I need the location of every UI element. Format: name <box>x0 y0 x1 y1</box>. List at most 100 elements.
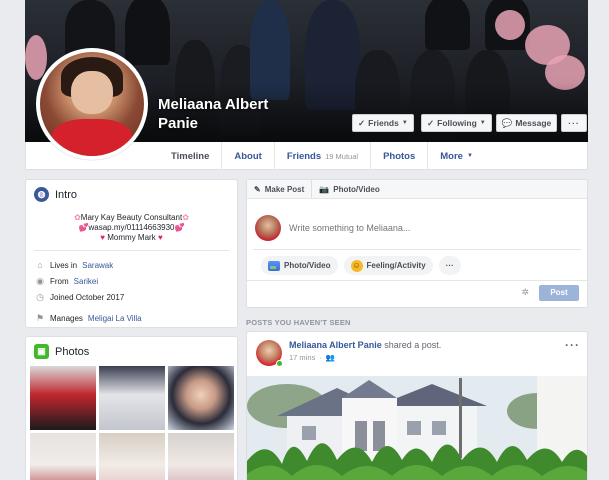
photos-icon: ▣ <box>34 344 49 359</box>
story-subtitle: 17 mins · 👥 <box>289 353 441 362</box>
photo-thumbnail[interactable] <box>30 433 96 480</box>
story-author-link[interactable]: Meliaana Albert Panie <box>289 340 382 350</box>
online-status-dot <box>276 360 283 367</box>
cover-blossom <box>495 10 525 40</box>
intro-header: ◍ Intro <box>26 180 237 209</box>
friends-button-label: Friends <box>368 118 399 128</box>
intro-card: ◍ Intro ✿Mary Kay Beauty Consultant✿ 💕wa… <box>25 179 238 328</box>
clock-icon: ◷ <box>36 291 44 302</box>
joined-text: Joined October 2017 <box>50 292 125 302</box>
cover-figure <box>425 0 470 50</box>
composer-actions: Photo/Video ☺ Feeling/Activity ··· <box>253 249 581 275</box>
heart-emoji-icon: ♥ <box>100 233 106 242</box>
photo-video-button[interactable]: Photo/Video <box>261 256 338 275</box>
photo-thumbnail[interactable] <box>168 366 234 430</box>
intro-manages: ⚑ Manages Meligai La Villa <box>26 310 237 326</box>
bio-text-3: Mommy Mark <box>107 233 156 242</box>
chevron-down-icon: ▼ <box>401 120 408 126</box>
intro-from: ◉ From Sarikei <box>26 273 237 289</box>
messenger-icon: 💬 <box>501 117 513 128</box>
photo-face <box>71 70 113 115</box>
heart-emoji-icon: 💕 <box>174 223 185 232</box>
friends-audience-icon[interactable]: 👥 <box>326 353 335 362</box>
tab-more-label: More <box>440 150 463 162</box>
make-post-tab[interactable]: ✎ Make Post <box>247 180 311 198</box>
intro-title: Intro <box>55 188 78 201</box>
tab-about[interactable]: About <box>221 142 273 170</box>
globe-icon: ◍ <box>34 187 49 202</box>
photo-thumbnail[interactable] <box>168 433 234 480</box>
composer-tabs: ✎ Make Post 📷 Photo/Video <box>247 180 587 199</box>
intro-bio: ✿Mary Kay Beauty Consultant✿ 💕wasap.my/0… <box>26 209 237 243</box>
bio-line-2: 💕wasap.my/01114663930💕 <box>36 223 227 233</box>
home-icon: ⌂ <box>37 260 43 270</box>
tab-friends[interactable]: Friends 19 Mutual <box>273 142 370 170</box>
profile-name[interactable]: Meliaana Albert Panie <box>158 95 298 133</box>
message-button[interactable]: 💬 Message <box>495 114 558 132</box>
post-composer: ✎ Make Post 📷 Photo/Video Photo/Video ☺ … <box>246 179 588 308</box>
more-options-button[interactable]: ··· <box>561 114 587 132</box>
story-menu-button[interactable]: ··· <box>565 338 580 352</box>
photo-video-button-label: Photo/Video <box>284 261 331 270</box>
photo-shirt <box>52 118 132 156</box>
story-avatar[interactable] <box>256 340 283 367</box>
make-post-label: Make Post <box>264 184 305 194</box>
cover-actions-right: ✓ Following ▼ 💬 Message ··· <box>421 114 587 132</box>
posts-section-label: POSTS YOU HAVEN'T SEEN <box>246 318 351 327</box>
from-prefix: From <box>50 276 69 286</box>
intro-lives-in: ⌂ Lives in Sarawak <box>26 257 237 273</box>
story-verb: shared a post. <box>384 340 442 350</box>
intro-joined: ◷ Joined October 2017 <box>26 289 237 305</box>
photos-header: ▣ Photos <box>26 337 237 366</box>
story-header: Meliaana Albert Panie shared a post. 17 … <box>247 332 587 374</box>
bio-line-1: ✿Mary Kay Beauty Consultant✿ <box>36 213 227 223</box>
composer-footer: ✲ Post <box>247 280 587 304</box>
photo-thumbnail[interactable] <box>30 366 96 430</box>
composer-body <box>247 199 587 249</box>
gear-icon[interactable]: ✲ <box>521 287 529 298</box>
from-link[interactable]: Sarikei <box>74 277 98 286</box>
composer-more-button[interactable]: ··· <box>438 256 461 275</box>
bio-line-3: ♥ Mommy Mark ♥ <box>36 233 227 243</box>
following-button[interactable]: ✓ Following ▼ <box>421 114 492 132</box>
house-illustration <box>247 376 587 480</box>
tab-timeline[interactable]: Timeline <box>159 142 221 170</box>
heart-emoji-icon: 💕 <box>78 223 89 232</box>
post-button[interactable]: Post <box>539 284 579 301</box>
photo-video-tab-label: Photo/Video <box>333 184 380 194</box>
tab-more[interactable]: More ▼ <box>427 142 485 170</box>
photo-video-tab[interactable]: 📷 Photo/Video <box>311 180 387 198</box>
manages-prefix: Manages <box>50 313 83 323</box>
story-meta: Meliaana Albert Panie shared a post. 17 … <box>289 340 441 362</box>
feeling-activity-button[interactable]: ☺ Feeling/Activity <box>343 256 433 275</box>
photos-grid <box>26 366 237 480</box>
composer-input[interactable] <box>289 223 569 233</box>
photos-title[interactable]: Photos <box>55 346 89 358</box>
following-button-label: Following <box>437 118 477 128</box>
lives-in-link[interactable]: Sarawak <box>82 261 113 270</box>
manages-link[interactable]: Meligai La Villa <box>88 314 142 323</box>
story-title: Meliaana Albert Panie shared a post. <box>289 340 441 350</box>
bio-text-2: wasap.my/01114663930 <box>88 223 175 232</box>
profile-picture[interactable] <box>36 48 148 160</box>
bio-text-1: Mary Kay Beauty Consultant <box>80 213 183 222</box>
pencil-icon: ✎ <box>254 184 261 194</box>
blossom-emoji-icon: ✿ <box>182 213 189 222</box>
dot-separator: · <box>319 353 322 362</box>
tab-photos[interactable]: Photos <box>370 142 427 170</box>
cover-actions: ✓ Friends ▼ <box>352 114 414 132</box>
story-timestamp[interactable]: 17 mins <box>289 353 315 362</box>
mutual-count: 19 Mutual <box>325 151 359 161</box>
photo-thumbnail[interactable] <box>99 433 165 480</box>
story-image[interactable] <box>247 376 587 480</box>
message-button-label: Message <box>515 118 552 128</box>
friends-button[interactable]: ✓ Friends ▼ <box>352 114 414 132</box>
composer-avatar <box>255 215 281 241</box>
profile-tabs: Timeline About Friends 19 Mutual Photos … <box>159 142 485 170</box>
intro-divider <box>34 250 229 251</box>
photo-thumbnail[interactable] <box>99 366 165 430</box>
chevron-down-icon: ▼ <box>466 153 473 159</box>
feed-story: Meliaana Albert Panie shared a post. 17 … <box>246 331 588 480</box>
photo-icon <box>268 260 280 271</box>
chevron-down-icon: ▼ <box>479 120 486 126</box>
